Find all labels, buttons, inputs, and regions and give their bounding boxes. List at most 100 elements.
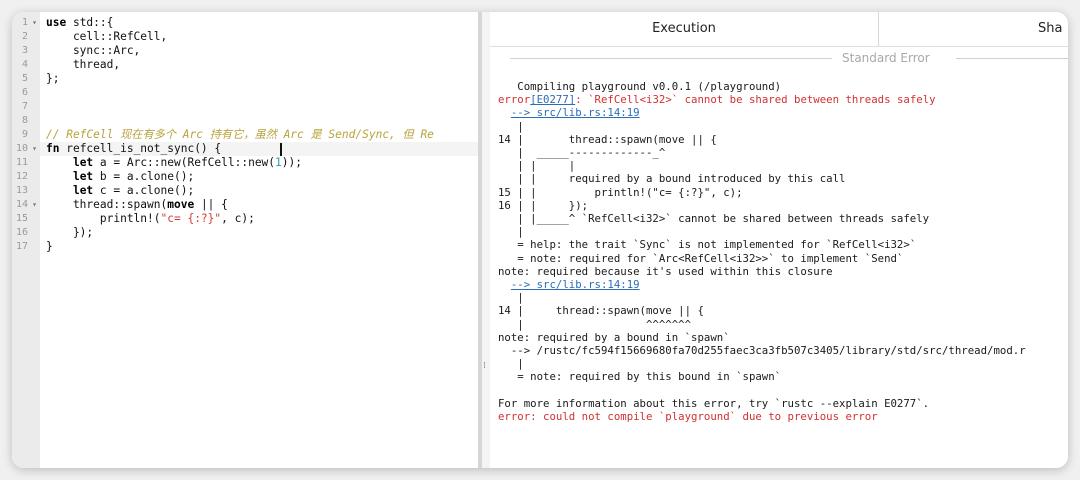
stderr-line: | | | <box>498 159 575 172</box>
line-number-text: 11 <box>15 157 28 168</box>
text-span: | ^^^^^^^ <box>498 317 692 331</box>
code-line: }); <box>46 226 93 240</box>
source-link[interactable]: --> src/lib.rs:14:19 <box>511 278 640 291</box>
line-number: 10 ▾ <box>12 142 40 156</box>
text-span: error: could not compile `playground` du… <box>498 410 878 423</box>
text-span: | <box>498 119 524 133</box>
stderr-line: --> /rustc/fc594f15669680fa70d255faec3ca… <box>498 344 1026 357</box>
text-span <box>46 156 73 169</box>
text-span: | <box>498 291 524 305</box>
pane-splitter[interactable] <box>482 12 490 468</box>
text-span: refcell_is_not_sync() { <box>59 142 222 155</box>
stderr-line: | <box>498 225 524 239</box>
text-span: c = a.clone(); <box>93 184 195 197</box>
text-span: 14 | thread::spawn(move || { <box>498 304 704 318</box>
stderr-line: 16 | | }); <box>498 199 588 212</box>
line-number-text: 17 <box>15 241 28 252</box>
text-span: = note: required for `Arc<RefCell<i32>>`… <box>498 251 904 265</box>
stderr-line: = note: required for `Arc<RefCell<i32>>`… <box>498 252 903 265</box>
text-span: // RefCell 现在有多个 Arc 持有它，虽然 Arc 是 Send/S… <box>46 128 434 141</box>
line-number-text: 10 <box>15 143 28 154</box>
line-number: 13 <box>12 184 40 198</box>
code-line: use std::{ <box>46 16 113 30</box>
text-span: = note: required by this bound in `spawn… <box>498 370 782 384</box>
text-span: | | required by a bound introduced by th… <box>498 172 846 186</box>
stderr-line: | <box>498 357 524 371</box>
line-number-text: 8 <box>21 115 28 126</box>
line-number-text: 14 <box>15 199 28 210</box>
stderr-line: --> src/lib.rs:14:19 <box>498 278 640 291</box>
text-span: cell::RefCell, <box>46 30 168 43</box>
tab-execution[interactable]: Execution <box>490 12 879 46</box>
text-span: 1 <box>275 156 282 169</box>
code-line: thread, <box>46 58 120 72</box>
fold-arrow-icon[interactable]: ▾ <box>32 198 37 212</box>
stderr-line: | <box>498 291 524 305</box>
line-number-text: 6 <box>21 87 28 98</box>
line-number-text: 5 <box>21 73 28 84</box>
text-span: , c); <box>221 212 255 225</box>
stderr-line: | ^^^^^^^ <box>498 318 691 331</box>
line-number: 1 ▾ <box>12 16 40 30</box>
stderr-line: For more information about this error, t… <box>498 397 929 410</box>
fold-arrow-icon[interactable]: ▾ <box>32 142 37 156</box>
divider-rule-right <box>956 58 1068 59</box>
text-span: )); <box>281 156 302 169</box>
line-number-text: 12 <box>15 171 28 182</box>
text-span: a = Arc::new(RefCell::new( <box>93 156 276 169</box>
line-number-text: 16 <box>15 227 28 238</box>
text-span: : `RefCell<i32>` cannot be shared betwee… <box>575 93 936 107</box>
text-span: move <box>167 198 195 211</box>
splitter-grip-icon[interactable]: ⁞ <box>483 362 489 376</box>
text-span: let <box>72 156 94 169</box>
line-number: 15 <box>12 212 40 226</box>
text-span: | |_____^ `RefCell<i32>` cannot be share… <box>498 212 930 225</box>
line-number-text: 3 <box>21 45 28 56</box>
text-span: fn <box>46 142 60 155</box>
text-span: }; <box>46 72 60 85</box>
stderr-line: | _____-------------_^ <box>498 146 665 159</box>
text-span: } <box>46 240 53 253</box>
fold-arrow-icon[interactable]: ▾ <box>32 16 37 30</box>
stderr-line: Compiling playground v0.0.1 (/playground… <box>498 80 781 93</box>
text-span: sync::Arc, <box>46 44 141 57</box>
line-number: 12 <box>12 170 40 184</box>
line-number-text: 15 <box>15 213 28 224</box>
line-number: 14 ▾ <box>12 198 40 212</box>
line-number-gutter: 1 ▾ 2 3 4 5 6 7 8 9 10 ▾ 11 12 13 14 ▾ 15 16 17 <box>12 12 40 468</box>
line-number: 9 <box>12 128 40 142</box>
code-line: let a = Arc::new(RefCell::new(1)); <box>46 156 302 170</box>
code-line: }; <box>46 72 59 86</box>
text-span: | <box>498 357 524 371</box>
code-editor[interactable]: 1 ▾ 2 3 4 5 6 7 8 9 10 ▾ 11 12 13 14 ▾ 15 16 17 use std::{ … <box>12 12 478 468</box>
code-line: println!("c= {:?}", c); <box>46 212 255 226</box>
text-span: println!( <box>46 212 161 225</box>
text-span: note: required by a bound in `spawn` <box>498 330 730 344</box>
stderr-line: | | required by a bound introduced by th… <box>498 172 845 185</box>
text-span: b = a.clone(); <box>93 170 195 183</box>
stderr-line: | <box>498 119 524 133</box>
source-link[interactable]: [E0277] <box>530 93 575 106</box>
text-span <box>46 170 73 183</box>
code-line: let b = a.clone(); <box>46 170 194 184</box>
stderr-line: note: required by a bound in `spawn` <box>498 331 730 344</box>
text-span: let <box>72 170 94 183</box>
text-span: let <box>72 184 94 197</box>
stderr-line: note: required because it's used within … <box>498 265 833 278</box>
text-span <box>498 278 511 291</box>
text-span: | <box>498 225 524 239</box>
line-number: 4 <box>12 58 40 72</box>
text-span: = help: the trait `Sync` is not implemen… <box>498 238 917 252</box>
line-number-text: 2 <box>21 31 28 42</box>
code-line: let c = a.clone(); <box>46 184 194 198</box>
line-number: 17 <box>12 240 40 254</box>
code-line: fn refcell_is_not_sync() { <box>46 142 221 156</box>
code-line: } <box>46 240 53 254</box>
stderr-line: 14 | thread::spawn(move || { <box>498 133 717 146</box>
stderr-line: error: could not compile `playground` du… <box>498 410 878 423</box>
line-number: 7 <box>12 100 40 114</box>
line-number-text: 13 <box>15 185 28 196</box>
tab-share[interactable]: Sha <box>1038 12 1062 46</box>
source-link[interactable]: --> src/lib.rs:14:19 <box>511 106 640 119</box>
stderr-line: --> src/lib.rs:14:19 <box>498 106 640 119</box>
